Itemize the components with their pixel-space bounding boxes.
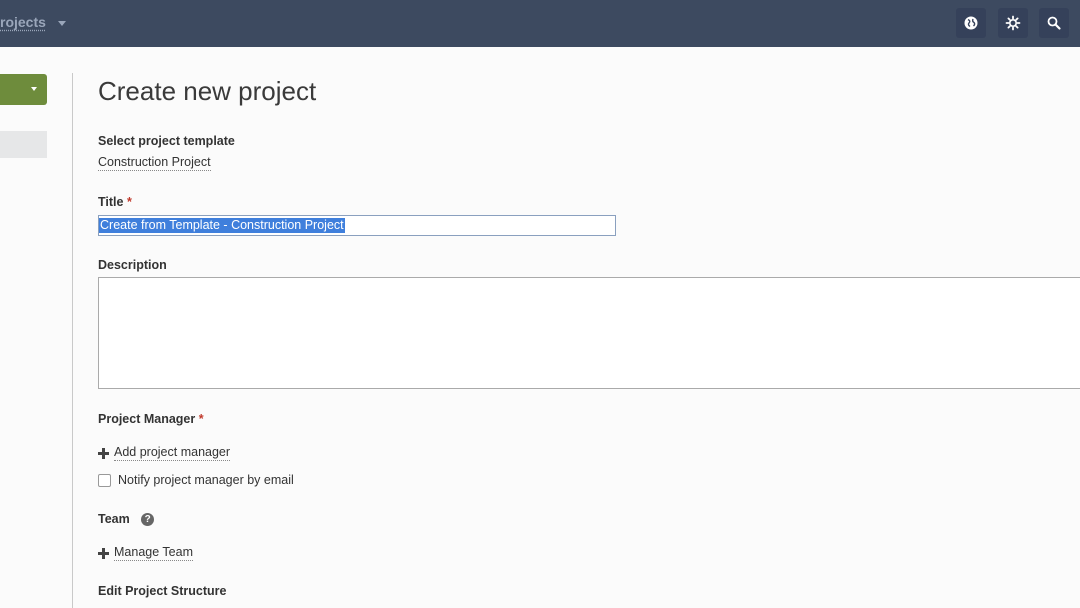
add-project-manager-label: Add project manager bbox=[114, 445, 231, 461]
new-item-dropdown-button[interactable] bbox=[0, 74, 47, 105]
sidebar-item[interactable] bbox=[0, 131, 47, 158]
search-icon bbox=[1047, 16, 1061, 30]
page-title: Create new project bbox=[98, 76, 317, 106]
project-manager-label: Project Manager * bbox=[98, 412, 204, 426]
title-label-text: Title bbox=[98, 195, 124, 209]
edit-project-structure-label: Edit Project Structure bbox=[98, 584, 227, 598]
settings-button[interactable] bbox=[998, 8, 1028, 38]
projects-menu[interactable]: rojects bbox=[0, 14, 46, 30]
required-marker: * bbox=[198, 412, 204, 426]
help-icon[interactable]: ? bbox=[141, 513, 155, 527]
notify-manager-row[interactable]: Notify project manager by email bbox=[98, 473, 294, 487]
manage-team-label: Manage Team bbox=[114, 545, 193, 561]
template-select-link[interactable]: Construction Project bbox=[98, 155, 211, 171]
notify-manager-label: Notify project manager by email bbox=[118, 473, 294, 487]
title-input-value: Create from Template - Construction Proj… bbox=[99, 218, 345, 233]
title-label: Title * bbox=[98, 195, 132, 209]
description-label: Description bbox=[98, 258, 167, 272]
project-manager-label-text: Project Manager bbox=[98, 412, 196, 426]
top-nav-bar: rojects bbox=[0, 0, 1080, 47]
notify-manager-checkbox[interactable] bbox=[98, 473, 111, 487]
sidebar bbox=[0, 47, 72, 608]
add-project-manager-link[interactable]: Add project manager bbox=[98, 445, 231, 461]
title-input[interactable]: Create from Template - Construction Proj… bbox=[98, 215, 616, 236]
plus-icon bbox=[98, 447, 109, 459]
manage-team-link[interactable]: Manage Team bbox=[98, 545, 193, 561]
globe-button[interactable] bbox=[956, 8, 986, 38]
description-textarea[interactable] bbox=[98, 277, 1080, 389]
gear-icon bbox=[1005, 15, 1021, 31]
chevron-down-icon[interactable] bbox=[58, 21, 66, 26]
required-marker: * bbox=[126, 195, 132, 209]
plus-icon bbox=[98, 547, 109, 559]
team-label-text: Team bbox=[98, 512, 130, 526]
search-button[interactable] bbox=[1039, 8, 1069, 38]
chevron-down-icon bbox=[31, 87, 37, 91]
globe-icon bbox=[964, 16, 978, 30]
sidebar-divider bbox=[72, 73, 73, 608]
team-label: Team ? bbox=[98, 512, 155, 527]
template-label: Select project template bbox=[98, 134, 235, 148]
